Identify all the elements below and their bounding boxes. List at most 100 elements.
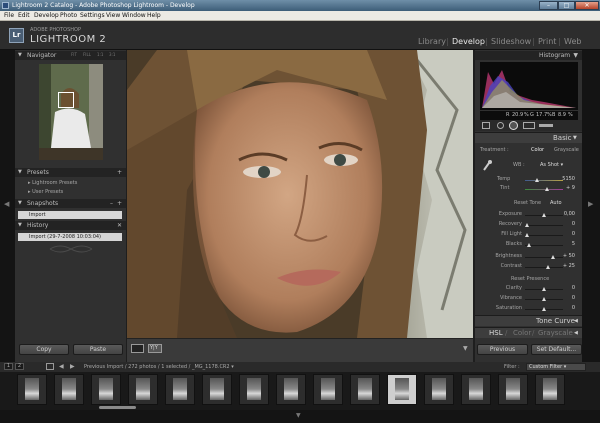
nav-forward-icon[interactable]: ▶ — [70, 363, 75, 370]
toolbar-menu-icon[interactable]: ▼ — [463, 345, 468, 352]
slider-knob[interactable] — [525, 233, 529, 237]
saturation-slider[interactable] — [525, 307, 563, 311]
temp-value[interactable]: 5150 — [559, 176, 575, 182]
menu-help[interactable]: Help — [147, 12, 161, 20]
graduated-filter-icon[interactable] — [523, 122, 535, 129]
filter-dropdown[interactable]: Custom Filter ▾ — [526, 363, 586, 371]
tint-slider[interactable] — [525, 187, 563, 191]
copy-button[interactable]: Copy — [19, 344, 69, 355]
remove-snapshot-button[interactable]: – — [110, 199, 113, 208]
menu-develop[interactable]: Develop — [34, 12, 59, 20]
spot-removal-icon[interactable] — [497, 122, 504, 129]
menu-file[interactable]: File — [4, 12, 14, 20]
filmstrip-thumbnail[interactable] — [313, 374, 343, 405]
treatment-color-option[interactable]: Color — [531, 147, 544, 153]
menu-photo[interactable]: Photo — [60, 12, 77, 20]
filmstrip-thumbnail[interactable] — [424, 374, 454, 405]
blacks-value[interactable]: 5 — [559, 241, 575, 247]
tint-value[interactable]: + 9 — [559, 185, 575, 191]
previous-button[interactable]: Previous — [477, 344, 528, 355]
filmstrip-thumbnail[interactable] — [387, 374, 417, 405]
nav-fill[interactable]: FILL — [83, 52, 91, 57]
exposure-slider[interactable] — [525, 213, 563, 217]
wb-dropdown[interactable]: As Shot ▾ — [540, 162, 563, 168]
loupe-view-icon[interactable] — [131, 344, 144, 353]
recovery-value[interactable]: 0 — [559, 221, 575, 227]
filmstrip-thumbnail[interactable] — [17, 374, 47, 405]
vibrance-value[interactable]: 0 — [559, 295, 575, 301]
bottom-panel-edge[interactable]: ▼ — [0, 410, 600, 423]
snapshot-item[interactable]: Import — [18, 211, 122, 219]
filmstrip-thumbnail[interactable] — [91, 374, 121, 405]
contrast-slider[interactable] — [525, 265, 563, 269]
filmstrip-thumbnail[interactable] — [54, 374, 84, 405]
slider-knob[interactable] — [551, 255, 555, 259]
module-library[interactable]: Library — [418, 37, 446, 46]
add-snapshot-button[interactable]: + — [117, 199, 122, 208]
treatment-grayscale-option[interactable]: Grayscale — [554, 147, 579, 153]
tone-curve-section-header[interactable]: Tone Curve ◀ — [475, 315, 582, 326]
nav-fit[interactable]: FIT — [71, 52, 77, 57]
slider-knob[interactable] — [542, 287, 546, 291]
saturation-value[interactable]: 0 — [559, 305, 575, 311]
auto-tone-button[interactable]: Auto — [550, 200, 562, 206]
module-print[interactable]: Print — [538, 37, 556, 46]
filmstrip-thumbnail[interactable] — [239, 374, 269, 405]
slider-knob[interactable] — [545, 187, 549, 191]
filmstrip-thumbnail[interactable] — [498, 374, 528, 405]
slider-knob[interactable] — [542, 213, 546, 217]
left-panel-edge[interactable]: ◀ — [0, 50, 15, 362]
slider-knob[interactable] — [542, 307, 546, 311]
recovery-slider[interactable] — [525, 223, 563, 227]
slider-knob[interactable] — [546, 265, 550, 269]
menu-view[interactable]: View — [106, 12, 120, 20]
basic-section-header[interactable]: Basic ▼ — [475, 132, 582, 143]
color-tab[interactable]: Color — [513, 328, 531, 338]
history-header[interactable]: ▼ History ✕ — [15, 221, 126, 230]
minimize-button[interactable]: – — [539, 1, 558, 10]
filmstrip-thumbnail[interactable] — [165, 374, 195, 405]
filmstrip-thumbnail[interactable] — [461, 374, 491, 405]
module-develop[interactable]: Develop — [452, 37, 485, 46]
maximize-button[interactable]: □ — [558, 1, 575, 10]
histogram-header[interactable]: Histogram ▼ — [475, 51, 582, 60]
slider-knob[interactable] — [542, 297, 546, 301]
before-after-view-icon[interactable]: Y|Y — [148, 344, 162, 353]
adjustment-brush-icon[interactable] — [539, 124, 553, 127]
temp-slider[interactable] — [525, 178, 563, 182]
crop-overlay-icon[interactable] — [482, 122, 490, 129]
brightness-value[interactable]: + 50 — [559, 253, 575, 259]
module-slideshow[interactable]: Slideshow — [491, 37, 531, 46]
slider-knob[interactable] — [527, 243, 531, 247]
navigator-zoom-box[interactable] — [58, 92, 74, 108]
menu-edit[interactable]: Edit — [18, 12, 30, 20]
paste-button[interactable]: Paste — [73, 344, 123, 355]
preset-folder-user[interactable]: ▸ User Presets — [28, 189, 63, 195]
filmstrip-source-info[interactable]: Previous Import / 272 photos / 1 selecte… — [84, 364, 234, 370]
nav-back-icon[interactable]: ◀ — [59, 363, 64, 370]
hsl-section-header[interactable]: HSL / Color / Grayscale ◀ — [475, 327, 582, 338]
filmstrip-scrollbar[interactable] — [99, 406, 136, 409]
navigator-preview[interactable] — [39, 64, 103, 160]
filmstrip-thumbnail[interactable] — [276, 374, 306, 405]
blacks-slider[interactable] — [525, 243, 563, 247]
menu-settings[interactable]: Settings — [80, 12, 105, 20]
nav-3-1[interactable]: 3:1 — [109, 52, 115, 57]
fill-light-slider[interactable] — [525, 233, 563, 237]
window-2-button[interactable]: 2 — [15, 363, 24, 370]
filmstrip-thumbnail[interactable] — [350, 374, 380, 405]
photo-canvas[interactable] — [127, 50, 473, 338]
set-default-button[interactable]: Set Default... — [531, 344, 582, 355]
snapshots-header[interactable]: ▼ Snapshots – + — [15, 199, 126, 208]
brightness-slider[interactable] — [525, 255, 563, 259]
clear-history-button[interactable]: ✕ — [117, 221, 122, 230]
slider-knob[interactable] — [525, 223, 529, 227]
clarity-value[interactable]: 0 — [559, 285, 575, 291]
grayscale-tab[interactable]: Grayscale — [538, 328, 573, 338]
filmstrip-thumbnail[interactable] — [128, 374, 158, 405]
red-eye-icon[interactable] — [509, 121, 518, 130]
presets-header[interactable]: ▼ Presets + — [15, 168, 126, 177]
menu-window[interactable]: Window — [122, 12, 146, 20]
filmstrip-thumbnail[interactable] — [535, 374, 565, 405]
filmstrip-thumbnail[interactable] — [202, 374, 232, 405]
